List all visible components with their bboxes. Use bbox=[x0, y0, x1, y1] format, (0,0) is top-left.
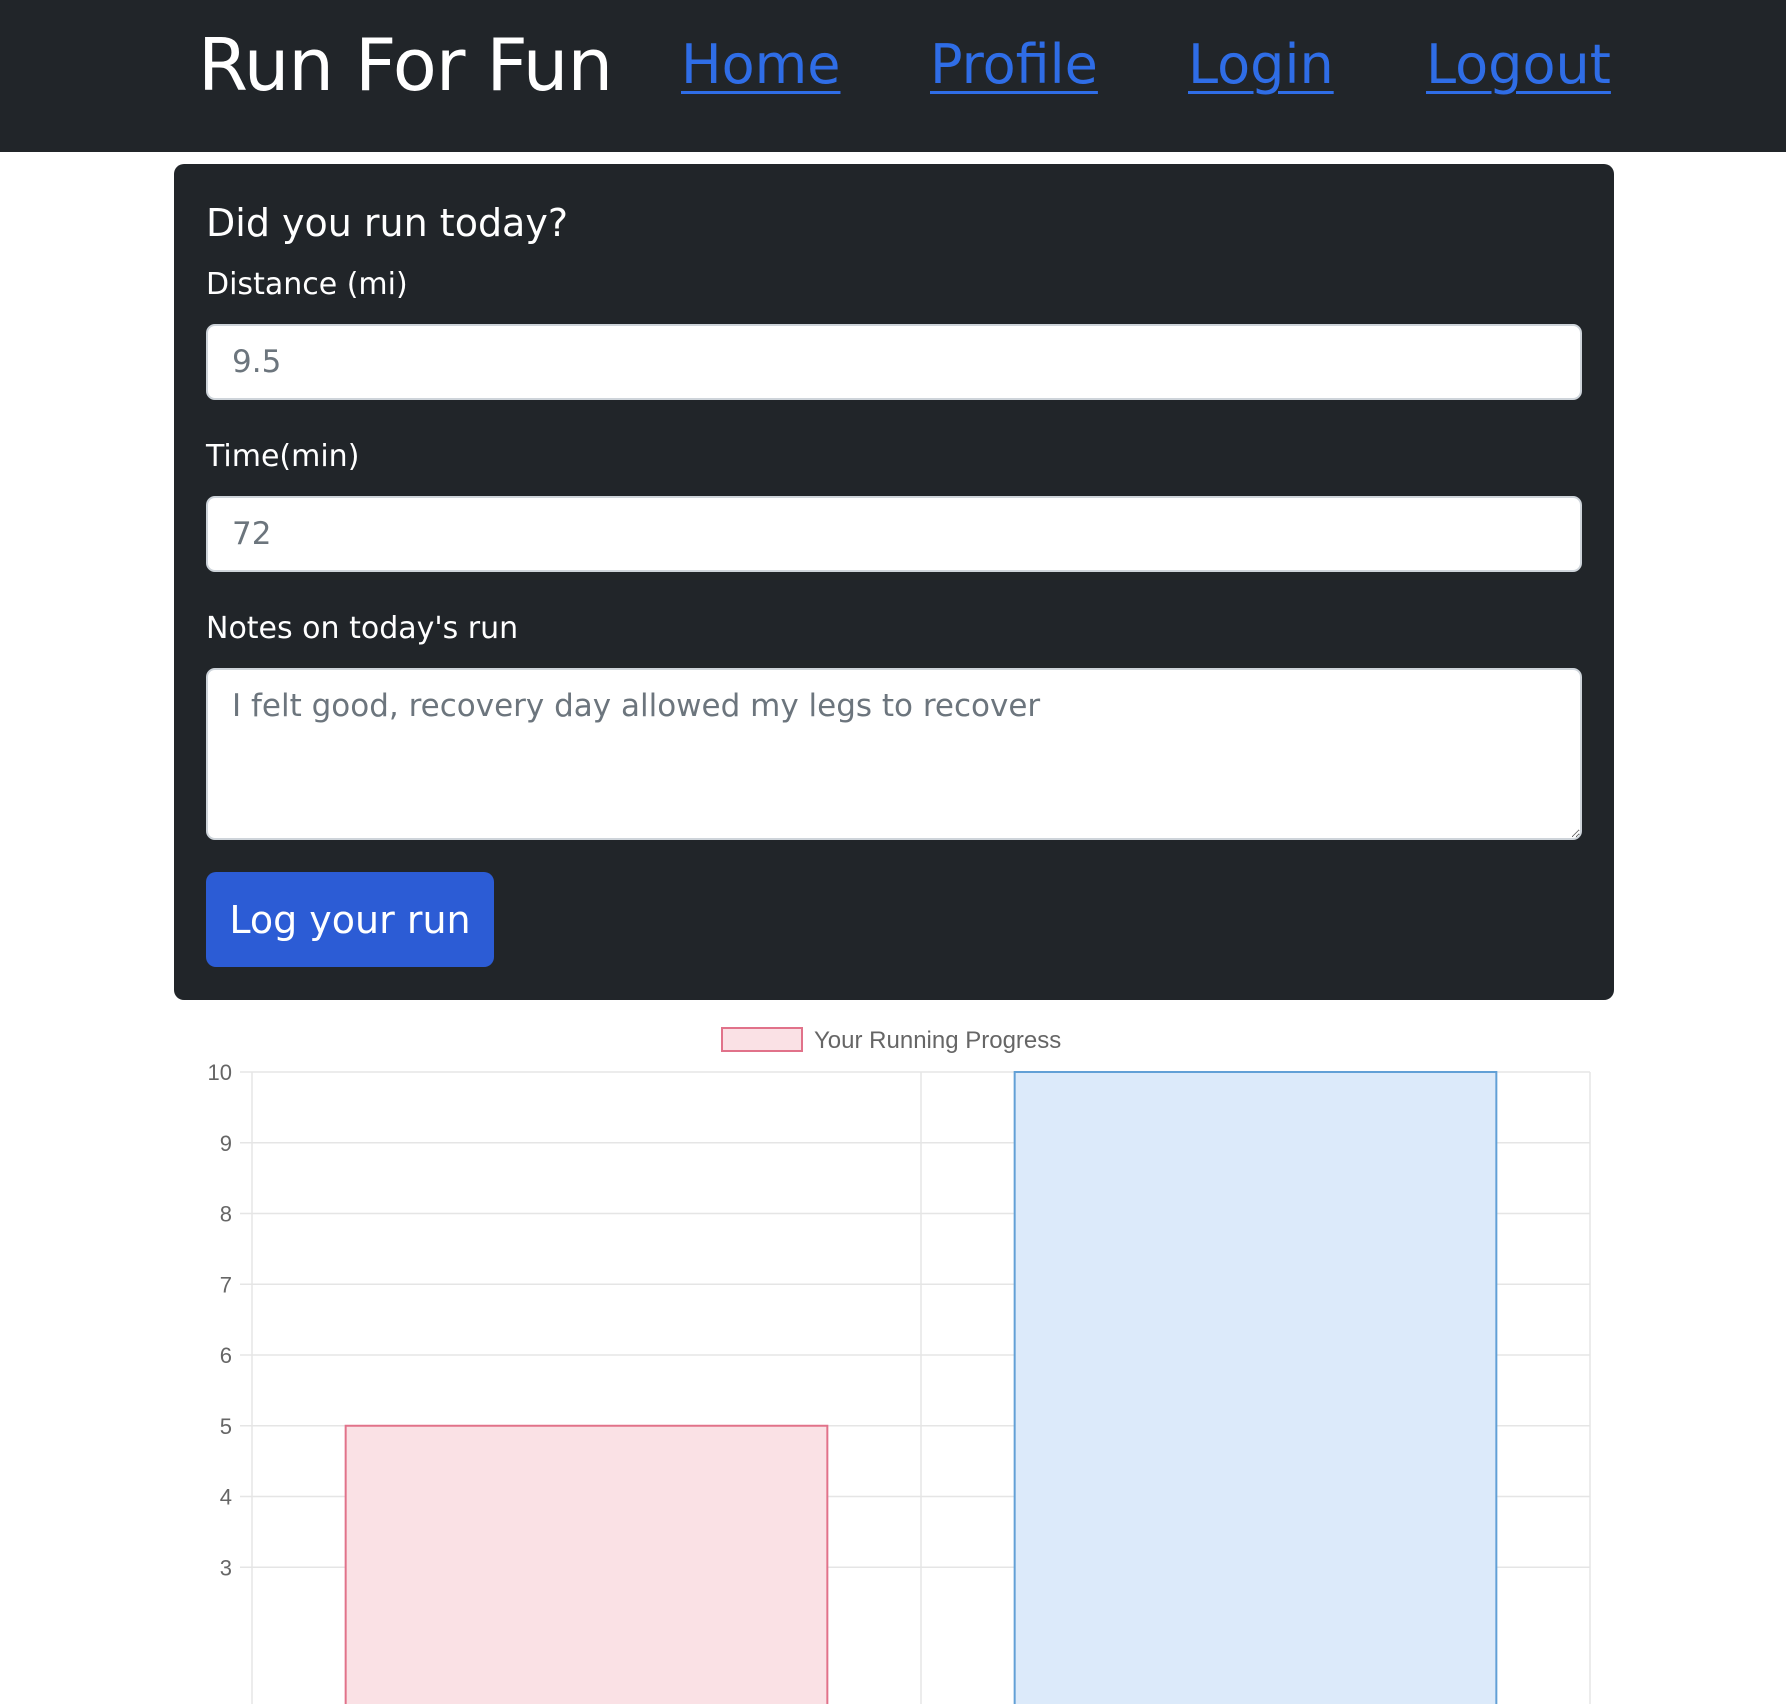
y-tick-label: 10 bbox=[208, 1060, 232, 1085]
legend-label: Your Running Progress bbox=[814, 1027, 1061, 1054]
distance-label: Distance (mi) bbox=[206, 267, 408, 302]
brand-title[interactable]: Run For Fun bbox=[198, 22, 613, 108]
log-run-button[interactable]: Log your run bbox=[206, 872, 494, 967]
notes-textarea[interactable] bbox=[206, 668, 1582, 840]
nav-link-login[interactable]: Login bbox=[1188, 30, 1334, 100]
y-tick-label: 4 bbox=[220, 1485, 232, 1510]
y-tick-label: 6 bbox=[220, 1343, 232, 1368]
nav-link-home[interactable]: Home bbox=[681, 30, 840, 100]
distance-input[interactable] bbox=[206, 324, 1582, 400]
y-tick-label: 8 bbox=[220, 1202, 232, 1227]
nav-link-profile[interactable]: Profile bbox=[930, 30, 1098, 100]
bar bbox=[1013, 1071, 1498, 1704]
bar bbox=[344, 1424, 829, 1704]
running-progress-chart: Your Running Progress 10 9 8 7 6 5 4 3 bbox=[208, 1027, 1591, 1704]
y-tick-label: 9 bbox=[220, 1131, 232, 1156]
y-tick-label: 3 bbox=[220, 1555, 232, 1580]
nav-link-logout[interactable]: Logout bbox=[1426, 30, 1611, 100]
form-title: Did you run today? bbox=[206, 201, 569, 245]
y-tick-label: 7 bbox=[220, 1272, 232, 1297]
time-label: Time(min) bbox=[206, 439, 360, 474]
notes-label: Notes on today's run bbox=[206, 611, 519, 646]
time-input[interactable] bbox=[206, 496, 1582, 572]
y-tick-label: 5 bbox=[220, 1414, 232, 1439]
legend-swatch bbox=[721, 1027, 803, 1052]
run-log-form: Did you run today? Distance (mi) Time(mi… bbox=[174, 164, 1614, 1000]
navbar: Run For Fun Home Profile Login Logout bbox=[0, 0, 1786, 152]
